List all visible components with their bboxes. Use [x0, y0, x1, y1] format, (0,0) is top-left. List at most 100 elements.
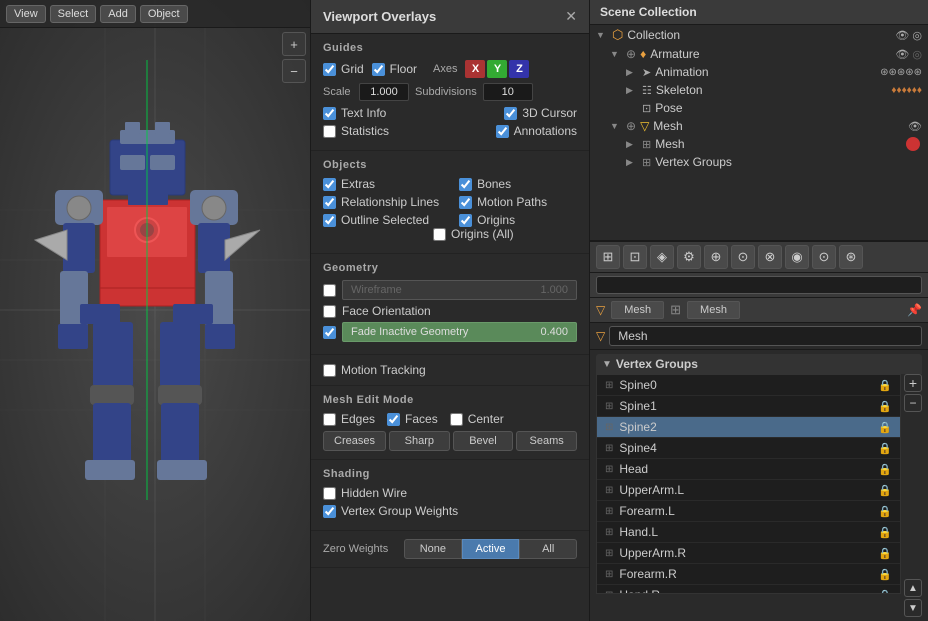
props-icon-3[interactable]: ◈: [650, 245, 674, 269]
props-icon-4[interactable]: ⚙: [677, 245, 701, 269]
zw-active-btn[interactable]: Active: [462, 539, 520, 559]
animation-row[interactable]: ▶ ➤ Animation ⊛⊛⊛⊛⊛: [590, 63, 928, 81]
props-icon-7[interactable]: ⊗: [758, 245, 782, 269]
object-dropdown[interactable]: Object: [140, 5, 188, 23]
viewport-zoom-out[interactable]: −: [282, 59, 306, 83]
edges-checkbox[interactable]: Edges: [323, 412, 375, 426]
outline-selected-checkbox[interactable]: Outline Selected: [323, 213, 439, 227]
motion-tracking-cb[interactable]: [323, 364, 336, 377]
hidden-wire-checkbox[interactable]: Hidden Wire: [323, 486, 407, 500]
bevel-btn[interactable]: Bevel: [453, 431, 514, 451]
mesh-item-vis: [906, 137, 922, 151]
props-icon-2[interactable]: ⊡: [623, 245, 647, 269]
vgroup-down-btn[interactable]: ▼: [904, 599, 922, 617]
faces-checkbox[interactable]: Faces: [387, 412, 438, 426]
panel-close[interactable]: ✕: [565, 8, 577, 25]
pose-name: Pose: [655, 101, 922, 115]
add-dropdown[interactable]: Add: [100, 5, 136, 23]
props-icon-5[interactable]: ⊕: [704, 245, 728, 269]
skeleton-row[interactable]: ▶ ☷ Skeleton ♦♦♦♦♦♦: [590, 81, 928, 99]
vgroup-head[interactable]: ⊞ Head 🔒: [597, 459, 900, 480]
axis-y-btn[interactable]: Y: [487, 60, 507, 78]
props-icon-8[interactable]: ◉: [785, 245, 809, 269]
subdivisions-value[interactable]: 10: [483, 83, 533, 101]
props-icon-1[interactable]: ⊞: [596, 245, 620, 269]
armature-render-icon[interactable]: ◎: [912, 48, 922, 61]
view-dropdown[interactable]: View: [6, 5, 46, 23]
collection-eye-icon[interactable]: 👁: [895, 29, 909, 42]
vgroup-remove-btn[interactable]: −: [904, 394, 922, 412]
relationship-lines-checkbox[interactable]: Relationship Lines: [323, 195, 439, 209]
mesh-collection-row[interactable]: ▼ ⊕ ▽ Mesh 👁: [590, 117, 928, 135]
collection-view-icon[interactable]: ◎: [912, 29, 922, 42]
vgroup-spine2[interactable]: ⊞ Spine2 🔒: [597, 417, 900, 438]
vertex-group-weights-checkbox[interactable]: Vertex Group Weights: [323, 504, 458, 518]
vgroup-hand-r[interactable]: ⊞ Hand.R 🔒: [597, 585, 900, 594]
pose-row[interactable]: ⊡ Pose: [590, 99, 928, 117]
zw-all-btn[interactable]: All: [519, 539, 577, 559]
extras-checkbox[interactable]: Extras: [323, 177, 439, 191]
cursor-3d-label: 3D Cursor: [522, 106, 577, 120]
vgroup-up-btn[interactable]: ▲: [904, 579, 922, 597]
zw-none-btn[interactable]: None: [404, 539, 462, 559]
armature-row[interactable]: ▼ ⊕ ♦ Armature 👁 ◎: [590, 45, 928, 63]
grid-checkbox[interactable]: Grid: [323, 62, 364, 76]
animation-icon: ➤: [642, 66, 651, 79]
fade-inactive-row: Fade Inactive Geometry 0.400: [323, 322, 577, 342]
vertex-groups-row[interactable]: ▶ ⊞ Vertex Groups: [590, 153, 928, 171]
wireframe-field: Wireframe 1.000: [342, 280, 577, 300]
axis-x-btn[interactable]: X: [465, 60, 485, 78]
hidden-wire-row: Hidden Wire: [323, 486, 577, 500]
armature-type-icon: ♦: [640, 47, 646, 61]
text-info-checkbox[interactable]: Text Info: [323, 106, 386, 120]
origins-all-checkbox[interactable]: Origins (All): [433, 227, 514, 241]
skeleton-vis-icons: ♦♦♦♦♦♦: [891, 85, 922, 96]
face-orientation-label: Face Orientation: [342, 304, 431, 318]
vgroup-spine1[interactable]: ⊞ Spine1 🔒: [597, 396, 900, 417]
cursor-3d-checkbox[interactable]: 3D Cursor: [504, 106, 577, 120]
mesh-right-btn[interactable]: Mesh: [687, 301, 740, 319]
vgroup-forearm-l[interactable]: ⊞ Forearm.L 🔒: [597, 501, 900, 522]
fade-inactive-checkbox[interactable]: [323, 326, 336, 339]
origins-checkbox[interactable]: Origins: [459, 213, 547, 227]
bones-checkbox[interactable]: Bones: [459, 177, 547, 191]
properties-area: ⊞ ⊡ ◈ ⚙ ⊕ ⊙ ⊗ ◉ ⊙ ⊛ ▽ Mesh ⊞ Mesh 📌: [590, 242, 928, 621]
search-input[interactable]: [596, 276, 922, 294]
props-icon-6[interactable]: ⊙: [731, 245, 755, 269]
vertex-groups-header[interactable]: ▼ Vertex Groups: [596, 354, 922, 374]
mesh-item-row[interactable]: ▶ ⊞ Mesh: [590, 135, 928, 153]
vgroup-hand-l[interactable]: ⊞ Hand.L 🔒: [597, 522, 900, 543]
motion-paths-checkbox[interactable]: Motion Paths: [459, 195, 547, 209]
vgroup-upperarm-r[interactable]: ⊞ UpperArm.R 🔒: [597, 543, 900, 564]
motion-tracking-checkbox[interactable]: Motion Tracking: [323, 363, 577, 377]
face-orientation-checkbox[interactable]: [323, 305, 336, 318]
axis-z-btn[interactable]: Z: [509, 60, 529, 78]
armature-eye-icon[interactable]: 👁: [895, 48, 909, 61]
floor-checkbox[interactable]: Floor: [372, 62, 417, 76]
skeleton-arrow: ▶: [626, 85, 638, 96]
viewport-zoom-in[interactable]: +: [282, 32, 306, 56]
scene-collection-area: Scene Collection ▼ ⬡ Collection 👁 ◎ ▼ ⊕ …: [590, 0, 928, 240]
vgroup-forearm-r[interactable]: ⊞ Forearm.R 🔒: [597, 564, 900, 585]
vertex-groups-icon: ⊞: [642, 156, 651, 169]
vgroup-add-btn[interactable]: +: [904, 374, 922, 392]
select-dropdown[interactable]: Select: [50, 5, 97, 23]
sharp-btn[interactable]: Sharp: [389, 431, 450, 451]
vgroup-upperarm-l[interactable]: ⊞ UpperArm.L 🔒: [597, 480, 900, 501]
mesh-left-btn[interactable]: Mesh: [611, 301, 664, 319]
mesh-eye-icon[interactable]: 👁: [908, 120, 922, 133]
wireframe-checkbox[interactable]: [323, 284, 336, 297]
props-icon-9[interactable]: ⊙: [812, 245, 836, 269]
props-icon-10[interactable]: ⊛: [839, 245, 863, 269]
center-checkbox[interactable]: Center: [450, 412, 504, 426]
seams-btn[interactable]: Seams: [516, 431, 577, 451]
mesh-name-field[interactable]: [609, 326, 922, 346]
creases-btn[interactable]: Creases: [323, 431, 386, 451]
vgroup-spine4[interactable]: ⊞ Spine4 🔒: [597, 438, 900, 459]
scale-value[interactable]: 1.000: [359, 83, 409, 101]
annotations-checkbox[interactable]: Annotations: [496, 124, 577, 138]
vgroup-spine0[interactable]: ⊞ Spine0 🔒: [597, 375, 900, 396]
statistics-checkbox[interactable]: Statistics: [323, 124, 389, 138]
collection-row[interactable]: ▼ ⬡ Collection 👁 ◎: [590, 25, 928, 45]
collection-vis-icons: 👁 ◎: [895, 29, 922, 42]
